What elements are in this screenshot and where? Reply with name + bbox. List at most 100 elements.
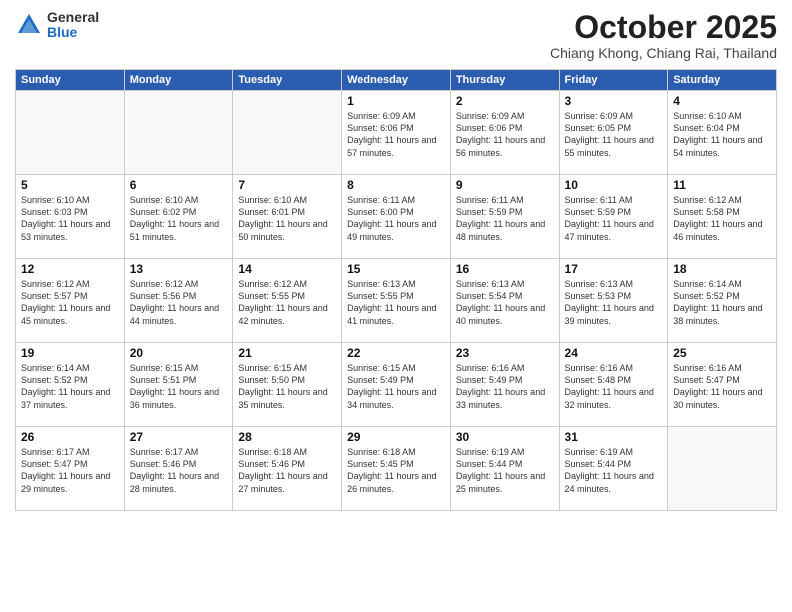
col-friday: Friday bbox=[559, 70, 668, 91]
calendar-week-1: 1 Sunrise: 6:09 AMSunset: 6:06 PMDaylight… bbox=[16, 91, 777, 175]
location-subtitle: Chiang Khong, Chiang Rai, Thailand bbox=[550, 45, 777, 61]
day-info: Sunrise: 6:12 AMSunset: 5:56 PMDaylight:… bbox=[130, 278, 228, 327]
day-number: 31 bbox=[565, 430, 663, 444]
day-number: 12 bbox=[21, 262, 119, 276]
calendar-week-4: 19Sunrise: 6:14 AMSunset: 5:52 PMDayligh… bbox=[16, 343, 777, 427]
day-info: Sunrise: 6:11 AMSunset: 6:00 PMDaylight:… bbox=[347, 194, 445, 243]
calendar-cell-w5-d2: 27 Sunrise: 6:17 AMSunset: 5:46 PMDayligh… bbox=[124, 427, 233, 511]
logo-icon bbox=[15, 11, 43, 39]
col-saturday: Saturday bbox=[668, 70, 777, 91]
page-header: General Blue October 2025 Chiang Khong, … bbox=[15, 10, 777, 61]
calendar-cell-w1-d4: 1 Sunrise: 6:09 AMSunset: 6:06 PMDaylight… bbox=[342, 91, 451, 175]
day-number: 1 bbox=[347, 94, 445, 108]
calendar-cell-w5-d3: 28Sunrise: 6:18 AMSunset: 5:46 PMDayligh… bbox=[233, 427, 342, 511]
day-info: Sunrise: 6:16 AMSunset: 5:49 PMDaylight:… bbox=[456, 362, 554, 411]
calendar-header-row: Sunday Monday Tuesday Wednesday Thursday… bbox=[16, 70, 777, 91]
day-info: Sunrise: 6:10 AMSunset: 6:04 PMDaylight:… bbox=[673, 110, 771, 159]
day-info: Sunrise: 6:09 AMSunset: 6:06 PMDaylight:… bbox=[347, 110, 445, 159]
title-block: October 2025 Chiang Khong, Chiang Rai, T… bbox=[550, 10, 777, 61]
day-number: 3 bbox=[565, 94, 663, 108]
day-number: 28 bbox=[238, 430, 336, 444]
day-info: Sunrise: 6:15 AMSunset: 5:50 PMDaylight:… bbox=[238, 362, 336, 411]
calendar-cell-w1-d1 bbox=[16, 91, 125, 175]
day-info: Sunrise: 6:17 AMSunset: 5:47 PMDaylight:… bbox=[21, 446, 119, 495]
day-number: 26 bbox=[21, 430, 119, 444]
calendar-cell-w2-d3: 7Sunrise: 6:10 AMSunset: 6:01 PMDaylight… bbox=[233, 175, 342, 259]
day-info: Sunrise: 6:19 AMSunset: 5:44 PMDaylight:… bbox=[456, 446, 554, 495]
calendar-cell-w3-d6: 17 Sunrise: 6:13 AMSunset: 5:53 PMDayligh… bbox=[559, 259, 668, 343]
day-info: Sunrise: 6:10 AMSunset: 6:03 PMDaylight:… bbox=[21, 194, 119, 243]
day-number: 5 bbox=[21, 178, 119, 192]
col-wednesday: Wednesday bbox=[342, 70, 451, 91]
day-number: 10 bbox=[565, 178, 663, 192]
logo-general-text: General bbox=[47, 10, 99, 25]
calendar-cell-w4-d6: 24Sunrise: 6:16 AMSunset: 5:48 PMDayligh… bbox=[559, 343, 668, 427]
day-info: Sunrise: 6:09 AMSunset: 6:06 PMDaylight:… bbox=[456, 110, 554, 159]
calendar-cell-w4-d7: 25 Sunrise: 6:16 AMSunset: 5:47 PMDayligh… bbox=[668, 343, 777, 427]
day-info: Sunrise: 6:17 AMSunset: 5:46 PMDaylight:… bbox=[130, 446, 228, 495]
calendar-cell-w1-d3 bbox=[233, 91, 342, 175]
day-number: 21 bbox=[238, 346, 336, 360]
day-number: 17 bbox=[565, 262, 663, 276]
day-number: 25 bbox=[673, 346, 771, 360]
col-tuesday: Tuesday bbox=[233, 70, 342, 91]
calendar-cell-w4-d3: 21 Sunrise: 6:15 AMSunset: 5:50 PMDayligh… bbox=[233, 343, 342, 427]
day-number: 18 bbox=[673, 262, 771, 276]
calendar-cell-w2-d4: 8 Sunrise: 6:11 AMSunset: 6:00 PMDaylight… bbox=[342, 175, 451, 259]
day-number: 14 bbox=[238, 262, 336, 276]
calendar-cell-w4-d2: 20 Sunrise: 6:15 AMSunset: 5:51 PMDayligh… bbox=[124, 343, 233, 427]
calendar-cell-w1-d6: 3 Sunrise: 6:09 AMSunset: 6:05 PMDaylight… bbox=[559, 91, 668, 175]
logo: General Blue bbox=[15, 10, 99, 41]
day-info: Sunrise: 6:10 AMSunset: 6:01 PMDaylight:… bbox=[238, 194, 336, 243]
day-number: 15 bbox=[347, 262, 445, 276]
day-info: Sunrise: 6:13 AMSunset: 5:55 PMDaylight:… bbox=[347, 278, 445, 327]
calendar-cell-w3-d1: 12 Sunrise: 6:12 AMSunset: 5:57 PMDayligh… bbox=[16, 259, 125, 343]
page-container: General Blue October 2025 Chiang Khong, … bbox=[0, 0, 792, 612]
calendar-cell-w3-d3: 14Sunrise: 6:12 AMSunset: 5:55 PMDayligh… bbox=[233, 259, 342, 343]
day-number: 20 bbox=[130, 346, 228, 360]
day-number: 29 bbox=[347, 430, 445, 444]
day-info: Sunrise: 6:15 AMSunset: 5:49 PMDaylight:… bbox=[347, 362, 445, 411]
day-info: Sunrise: 6:09 AMSunset: 6:05 PMDaylight:… bbox=[565, 110, 663, 159]
day-number: 30 bbox=[456, 430, 554, 444]
calendar-table: Sunday Monday Tuesday Wednesday Thursday… bbox=[15, 69, 777, 511]
day-info: Sunrise: 6:18 AMSunset: 5:45 PMDaylight:… bbox=[347, 446, 445, 495]
calendar-cell-w4-d1: 19Sunrise: 6:14 AMSunset: 5:52 PMDayligh… bbox=[16, 343, 125, 427]
calendar-cell-w3-d5: 16Sunrise: 6:13 AMSunset: 5:54 PMDayligh… bbox=[450, 259, 559, 343]
day-number: 6 bbox=[130, 178, 228, 192]
day-number: 16 bbox=[456, 262, 554, 276]
calendar-cell-w2-d1: 5 Sunrise: 6:10 AMSunset: 6:03 PMDaylight… bbox=[16, 175, 125, 259]
calendar-cell-w2-d6: 10 Sunrise: 6:11 AMSunset: 5:59 PMDayligh… bbox=[559, 175, 668, 259]
day-number: 24 bbox=[565, 346, 663, 360]
day-number: 19 bbox=[21, 346, 119, 360]
col-sunday: Sunday bbox=[16, 70, 125, 91]
day-number: 11 bbox=[673, 178, 771, 192]
logo-text: General Blue bbox=[47, 10, 99, 41]
calendar-cell-w3-d7: 18 Sunrise: 6:14 AMSunset: 5:52 PMDayligh… bbox=[668, 259, 777, 343]
calendar-cell-w3-d4: 15 Sunrise: 6:13 AMSunset: 5:55 PMDayligh… bbox=[342, 259, 451, 343]
day-info: Sunrise: 6:11 AMSunset: 5:59 PMDaylight:… bbox=[456, 194, 554, 243]
day-info: Sunrise: 6:12 AMSunset: 5:57 PMDaylight:… bbox=[21, 278, 119, 327]
calendar-week-5: 26 Sunrise: 6:17 AMSunset: 5:47 PMDayligh… bbox=[16, 427, 777, 511]
day-info: Sunrise: 6:13 AMSunset: 5:53 PMDaylight:… bbox=[565, 278, 663, 327]
calendar-cell-w5-d5: 30 Sunrise: 6:19 AMSunset: 5:44 PMDayligh… bbox=[450, 427, 559, 511]
calendar-cell-w1-d7: 4 Sunrise: 6:10 AMSunset: 6:04 PMDaylight… bbox=[668, 91, 777, 175]
day-info: Sunrise: 6:14 AMSunset: 5:52 PMDaylight:… bbox=[673, 278, 771, 327]
calendar-cell-w3-d2: 13 Sunrise: 6:12 AMSunset: 5:56 PMDayligh… bbox=[124, 259, 233, 343]
day-number: 27 bbox=[130, 430, 228, 444]
day-number: 4 bbox=[673, 94, 771, 108]
calendar-week-2: 5 Sunrise: 6:10 AMSunset: 6:03 PMDaylight… bbox=[16, 175, 777, 259]
day-number: 13 bbox=[130, 262, 228, 276]
day-number: 9 bbox=[456, 178, 554, 192]
calendar-cell-w2-d2: 6Sunrise: 6:10 AMSunset: 6:02 PMDaylight… bbox=[124, 175, 233, 259]
day-number: 23 bbox=[456, 346, 554, 360]
calendar-week-3: 12 Sunrise: 6:12 AMSunset: 5:57 PMDayligh… bbox=[16, 259, 777, 343]
day-info: Sunrise: 6:11 AMSunset: 5:59 PMDaylight:… bbox=[565, 194, 663, 243]
calendar-cell-w2-d7: 11Sunrise: 6:12 AMSunset: 5:58 PMDayligh… bbox=[668, 175, 777, 259]
day-number: 8 bbox=[347, 178, 445, 192]
calendar-cell-w5-d1: 26 Sunrise: 6:17 AMSunset: 5:47 PMDayligh… bbox=[16, 427, 125, 511]
day-info: Sunrise: 6:16 AMSunset: 5:47 PMDaylight:… bbox=[673, 362, 771, 411]
calendar-cell-w5-d4: 29 Sunrise: 6:18 AMSunset: 5:45 PMDayligh… bbox=[342, 427, 451, 511]
calendar-cell-w4-d4: 22Sunrise: 6:15 AMSunset: 5:49 PMDayligh… bbox=[342, 343, 451, 427]
day-info: Sunrise: 6:15 AMSunset: 5:51 PMDaylight:… bbox=[130, 362, 228, 411]
